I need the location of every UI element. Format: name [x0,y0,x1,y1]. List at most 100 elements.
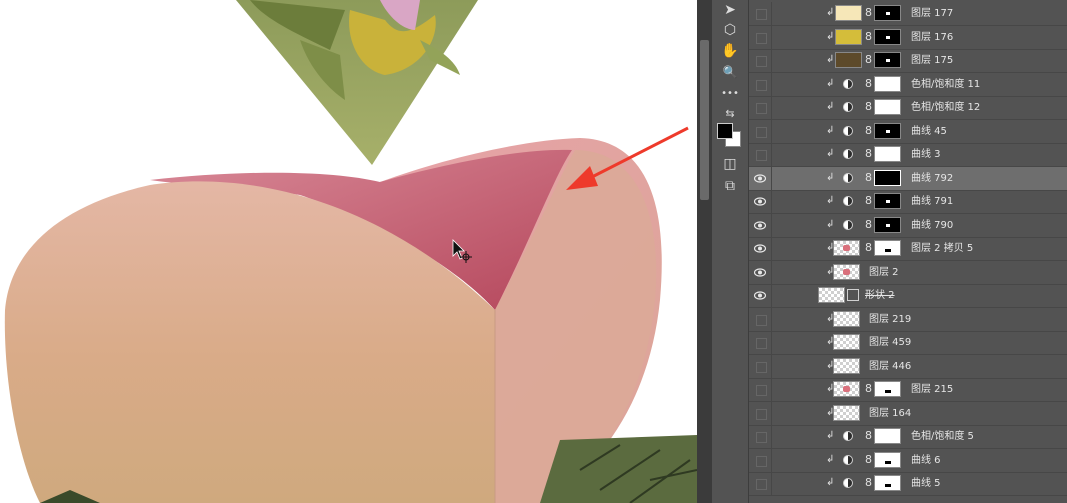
visibility-toggle[interactable] [749,190,772,213]
layer-name[interactable]: 色相/饱和度 5 [911,425,974,448]
layer-mask-thumbnail[interactable] [874,28,901,45]
foreground-color-swatch[interactable] [717,123,733,139]
move-arrow-icon[interactable]: ➤ [719,0,741,20]
link-chain-icon[interactable]: 8 [865,218,872,232]
document-canvas[interactable] [0,0,697,503]
layer-name[interactable]: 色相/饱和度 12 [911,96,980,119]
layer-row[interactable]: ↲ 8 色相/饱和度 12 [749,96,1067,120]
layer-row[interactable]: ↲ 8 图层 2 拷贝 5 [749,237,1067,261]
layer-row[interactable]: ↲ 8 曲线 6 [749,448,1067,473]
layer-name[interactable]: 曲线 6 [911,449,941,472]
layer-mask-thumbnail[interactable] [874,240,901,256]
layer-name[interactable]: 曲线 790 [911,214,953,237]
canvas-scrollbar[interactable] [697,0,712,503]
layer-name[interactable]: 图层 215 [911,378,953,401]
layer-name[interactable]: 曲线 3 [911,143,941,166]
layer-name[interactable]: 形状 2 [865,284,895,307]
layer-name[interactable]: 图层 459 [869,331,911,354]
link-chain-icon[interactable]: 8 [865,124,872,138]
visibility-toggle[interactable] [749,331,772,354]
link-chain-icon[interactable]: 8 [865,53,872,67]
layer-row[interactable]: ↲ 图层 446 [749,354,1067,379]
quick-mask-icon[interactable]: ◫ [719,154,741,174]
link-chain-icon[interactable]: 8 [865,171,872,185]
link-chain-icon[interactable]: 8 [865,382,872,396]
layer-row[interactable]: ↲ 8 图层 177 [749,2,1067,26]
layer-name[interactable]: 图层 2 拷贝 5 [911,237,973,260]
swap-colors-icon[interactable]: ⇆ [719,104,741,124]
visibility-toggle[interactable] [749,307,772,331]
layer-row[interactable]: ↲ 8 曲线 790 [749,213,1067,238]
layer-name[interactable]: 曲线 5 [911,472,941,495]
visibility-toggle[interactable] [749,378,772,401]
layer-name[interactable]: 图层 2 [869,261,899,284]
layer-name[interactable]: 曲线 792 [911,167,953,190]
link-chain-icon[interactable]: 8 [865,194,872,208]
link-chain-icon[interactable]: 8 [865,77,872,91]
link-chain-icon[interactable]: 8 [865,453,872,467]
layer-row[interactable]: ↲ 图层 164 [749,401,1067,426]
scrollbar-thumb[interactable] [700,40,709,200]
layer-row[interactable]: ↲ 8 色相/饱和度 11 [749,72,1067,97]
layer-row[interactable]: ↲ 8 曲线 792 [749,166,1067,191]
layer-row[interactable]: ↲ 8 色相/饱和度 5 [749,425,1067,449]
layer-name[interactable]: 曲线 45 [911,120,947,143]
layer-mask-thumbnail[interactable] [874,122,901,139]
visibility-toggle[interactable] [749,2,772,25]
layer-row[interactable]: ↲ 图层 459 [749,331,1067,355]
hand-icon[interactable]: ✋ [719,41,741,61]
layer-row[interactable]: ↲ 8 曲线 5 [749,472,1067,496]
visibility-toggle[interactable] [749,143,772,166]
visibility-toggle[interactable] [749,425,772,448]
layer-mask-thumbnail[interactable] [874,146,901,162]
visibility-toggle[interactable] [749,260,772,284]
link-chain-icon[interactable]: 8 [865,147,872,161]
visibility-toggle[interactable] [749,354,772,378]
layer-name[interactable]: 图层 177 [911,2,953,25]
layer-name[interactable]: 图层 176 [911,26,953,49]
layer-mask-thumbnail[interactable] [874,381,901,397]
layer-row[interactable]: ↲ 8 图层 176 [749,25,1067,50]
link-chain-icon[interactable]: 8 [865,429,872,443]
visibility-toggle[interactable] [749,237,772,260]
layer-row[interactable]: ↲ 8 图层 175 [749,49,1067,73]
layer-name[interactable]: 图层 446 [869,355,911,378]
layer-name[interactable]: 曲线 791 [911,190,953,213]
visibility-toggle[interactable] [749,401,772,425]
layer-mask-thumbnail[interactable] [874,99,901,115]
screen-mode-icon[interactable]: ⧉ [719,176,741,196]
visibility-toggle[interactable] [749,284,772,307]
layer-mask-thumbnail[interactable] [874,169,901,186]
layer-row[interactable]: ↲ 8 曲线 3 [749,143,1067,167]
layer-row[interactable]: ↲ 图层 2 [749,260,1067,285]
layer-row[interactable]: ↲ 8 曲线 791 [749,190,1067,214]
link-chain-icon[interactable]: 8 [865,6,872,20]
layer-mask-thumbnail[interactable] [874,75,901,92]
layer-mask-thumbnail[interactable] [874,52,901,68]
layer-mask-thumbnail[interactable] [874,216,901,233]
layer-name[interactable]: 图层 219 [869,308,911,331]
layer-name[interactable]: 图层 175 [911,49,953,72]
layer-mask-thumbnail[interactable] [874,451,901,468]
layer-row[interactable]: ↲ 图层 219 [749,307,1067,332]
visibility-toggle[interactable] [749,96,772,119]
visibility-toggle[interactable] [749,119,772,143]
link-chain-icon[interactable]: 8 [865,476,872,490]
layer-mask-thumbnail[interactable] [874,193,901,209]
visibility-toggle[interactable] [749,49,772,72]
hexagon-shape-icon[interactable]: ⬡ [719,20,741,40]
visibility-toggle[interactable] [749,213,772,237]
layer-mask-thumbnail[interactable] [874,428,901,444]
visibility-toggle[interactable] [749,72,772,96]
layer-mask-thumbnail[interactable] [874,5,901,21]
layer-name[interactable]: 色相/饱和度 11 [911,73,980,96]
zoom-icon[interactable]: 🔍 [719,62,741,82]
layer-row[interactable]: ↲ 8 曲线 45 [749,119,1067,144]
more-tools-icon[interactable]: ••• [719,84,741,104]
layer-name[interactable]: 图层 164 [869,402,911,425]
layer-row[interactable]: ↲ 8 图层 215 [749,378,1067,402]
visibility-toggle[interactable] [749,166,772,190]
layer-row[interactable]: 形状 2 [749,284,1067,308]
link-chain-icon[interactable]: 8 [865,241,872,255]
layer-mask-thumbnail[interactable] [874,475,901,491]
